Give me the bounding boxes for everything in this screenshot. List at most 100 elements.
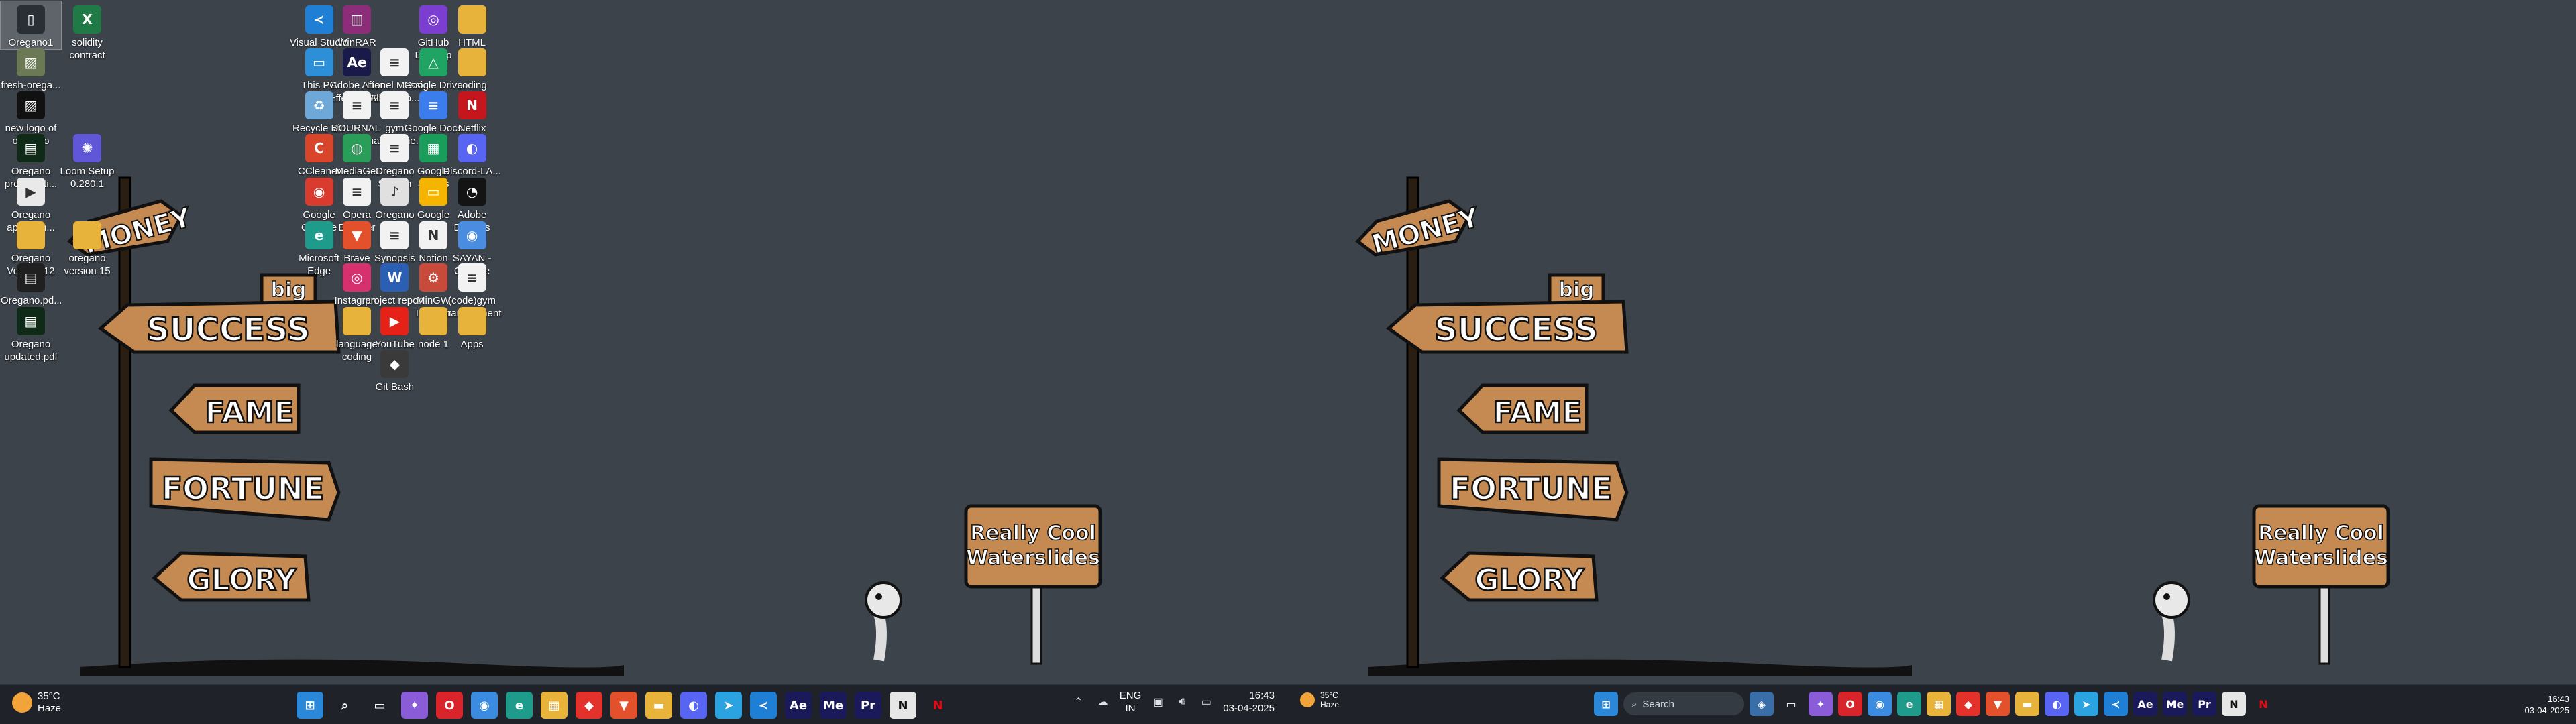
folder-icon — [458, 5, 486, 34]
sign-fame: FAME — [168, 383, 301, 434]
desktop-icon[interactable]: N Netflix — [442, 87, 502, 135]
discord-icon[interactable]: ◐ — [680, 692, 707, 719]
telegram-icon[interactable]: ➤ — [715, 692, 742, 719]
desktop-icon[interactable]: ✺ Loom Setup 0.280.1 — [57, 130, 117, 190]
svg-text:FAME: FAME — [205, 396, 294, 430]
search-icon: ⌕ — [1631, 698, 1638, 710]
vscode-icon[interactable]: ≺ — [750, 692, 777, 719]
discord-icon[interactable]: ◐ — [2045, 692, 2069, 716]
clock[interactable]: 16:43 03-04-2025 — [1223, 689, 1275, 715]
notion-icon[interactable]: N — [890, 692, 916, 719]
task-view-icon[interactable]: ▭ — [366, 692, 393, 719]
taskbar-search[interactable]: ⌕ Search — [1623, 692, 1744, 715]
svg-text:Really Cool: Really Cool — [2258, 522, 2384, 545]
desktop-icon-label: Git Bash — [375, 381, 415, 393]
desktop-icon-label: Loom Setup 0.280.1 — [60, 166, 115, 190]
desktop-icon[interactable]: ◐ Discord-LA... — [442, 130, 502, 178]
desktop-icon-label: oregano version 15 — [64, 252, 111, 277]
desktop-icon[interactable]: coding — [442, 44, 502, 92]
desktop-icon[interactable]: oregano version 15 — [57, 217, 117, 278]
media-encoder-icon[interactable]: Me — [2163, 692, 2187, 716]
svg-text:big: big — [270, 278, 306, 302]
widgets-icon[interactable]: ◈ — [1750, 692, 1774, 716]
taskbar-right: 35°C Haze ⊞ ⌕ Search ◈ ▭ ✦ O ◉ e ▦ ◆ ▼ ▬ ◐ ➤ ≺ Ae Me Pr… — [1288, 684, 2576, 724]
desktop-icon[interactable]: ◆ Git Bash — [364, 346, 425, 394]
after-effects-icon[interactable]: Ae — [2133, 692, 2157, 716]
cloud-sync-icon[interactable]: ☁ — [1095, 695, 1110, 709]
brave-icon[interactable]: ▼ — [1986, 692, 2010, 716]
netflix-icon[interactable]: N — [924, 692, 951, 719]
sign-waterslides: Really Cool Waterslides — [2252, 504, 2390, 665]
netflix-icon: N — [458, 91, 486, 120]
chevron-up-icon[interactable]: ⌃ — [1071, 695, 1086, 709]
calendar-icon[interactable]: ▦ — [1927, 692, 1951, 716]
pdf-icon: ▤ — [17, 134, 45, 162]
svg-text:SUCCESS: SUCCESS — [146, 311, 310, 349]
premiere-icon[interactable]: Pr — [855, 692, 881, 719]
search-icon[interactable]: ⌕ — [331, 692, 358, 719]
svg-text:Waterslides: Waterslides — [966, 546, 1100, 570]
edge-icon[interactable]: e — [506, 692, 533, 719]
windows-start-icon[interactable]: ⊞ — [1594, 692, 1618, 716]
desktop-icon[interactable]: ▯ Oregano1 — [0, 1, 62, 50]
premiere-icon[interactable]: Pr — [2192, 692, 2216, 716]
after-effects-icon[interactable]: Ae — [785, 692, 812, 719]
desktop-icon-label: Oregano updated.pdf — [4, 339, 58, 363]
svg-text:FAME: FAME — [1493, 396, 1582, 430]
telegram-icon[interactable]: ➤ — [2074, 692, 2098, 716]
weather-condition: Haze — [38, 703, 62, 714]
brave-icon[interactable]: ▼ — [610, 692, 637, 719]
copilot-icon[interactable]: ✦ — [1809, 692, 1833, 716]
notion-icon[interactable]: N — [2222, 692, 2246, 716]
windows-start-icon[interactable]: ⊞ — [297, 692, 323, 719]
sign-fortune: FORTUNE — [1437, 457, 1629, 522]
gem-icon[interactable]: ◆ — [576, 692, 602, 719]
chrome-icon[interactable]: ◉ — [1868, 692, 1892, 716]
desktop-icon-label: solidity contract — [69, 37, 105, 61]
network-icon[interactable]: ▣ — [1150, 695, 1165, 709]
document-icon: ≡ — [458, 263, 486, 292]
sign-fame: FAME — [1456, 383, 1589, 434]
svg-text:Waterslides: Waterslides — [2254, 546, 2388, 570]
region-code: IN — [1125, 703, 1136, 714]
gem-icon[interactable]: ◆ — [1956, 692, 1980, 716]
weather-widget[interactable]: 35°C Haze — [12, 690, 61, 715]
task-view-icon[interactable]: ▭ — [1779, 692, 1803, 716]
media-encoder-icon[interactable]: Me — [820, 692, 847, 719]
file-explorer-icon[interactable]: ▬ — [645, 692, 672, 719]
sign-money: MONEY — [1355, 199, 1484, 261]
chrome-icon[interactable]: ◉ — [471, 692, 498, 719]
taskbar-pinned-apps: ⊞ ⌕ Search ◈ ▭ ✦ O ◉ e ▦ ◆ ▼ ▬ ◐ ➤ ≺ Ae Me Pr N N — [1594, 692, 2275, 716]
system-tray: ⌃ ☁ ENG IN ▣ 🔊︎ ▭ 16:43 03-04-2025 — [1071, 689, 1275, 715]
language-indicator[interactable]: ENG IN — [1120, 689, 1142, 715]
netflix-icon[interactable]: N — [2251, 692, 2275, 716]
folder-icon — [73, 221, 101, 249]
image-icon: ▨ — [17, 91, 45, 120]
edge-icon[interactable]: e — [1897, 692, 1921, 716]
volume-icon[interactable]: 🔊︎ — [1175, 695, 1189, 709]
weather-widget[interactable]: 35°C Haze — [1300, 690, 1339, 709]
opera-icon[interactable]: O — [436, 692, 463, 719]
desktop-icon[interactable]: ▥ WinRAR — [327, 1, 387, 49]
desktop-icon[interactable]: ▨ fresh-orega... — [1, 44, 61, 92]
copilot-icon[interactable]: ✦ — [401, 692, 428, 719]
desktop-icon[interactable]: HTML — [442, 1, 502, 49]
clock-time: 16:43 — [2547, 694, 2569, 704]
adobe-express-icon: ◔ — [458, 177, 486, 206]
opera-icon[interactable]: O — [1838, 692, 1862, 716]
desktop-icon[interactable]: Apps — [442, 303, 502, 351]
desktop-icon[interactable]: Xsolidity contract — [57, 1, 117, 62]
desktop-icon[interactable]: ▤ Oregano updated.pdf — [1, 303, 61, 363]
search-placeholder: Search — [1642, 698, 1674, 710]
battery-icon[interactable]: ▭ — [1199, 695, 1214, 709]
folder-icon — [458, 307, 486, 335]
clock[interactable]: 16:43 03-04-2025 — [2525, 693, 2570, 716]
calendar-icon[interactable]: ▦ — [541, 692, 568, 719]
weather-temperature: 35°C — [38, 690, 60, 702]
weather-condition: Haze — [1320, 700, 1340, 709]
vscode-icon[interactable]: ≺ — [2104, 692, 2128, 716]
chrome-profile-icon: ◉ — [458, 221, 486, 249]
weather-temperature: 35°C — [1320, 690, 1338, 700]
file-explorer-icon[interactable]: ▬ — [2015, 692, 2039, 716]
sign-fortune: FORTUNE — [149, 457, 341, 522]
